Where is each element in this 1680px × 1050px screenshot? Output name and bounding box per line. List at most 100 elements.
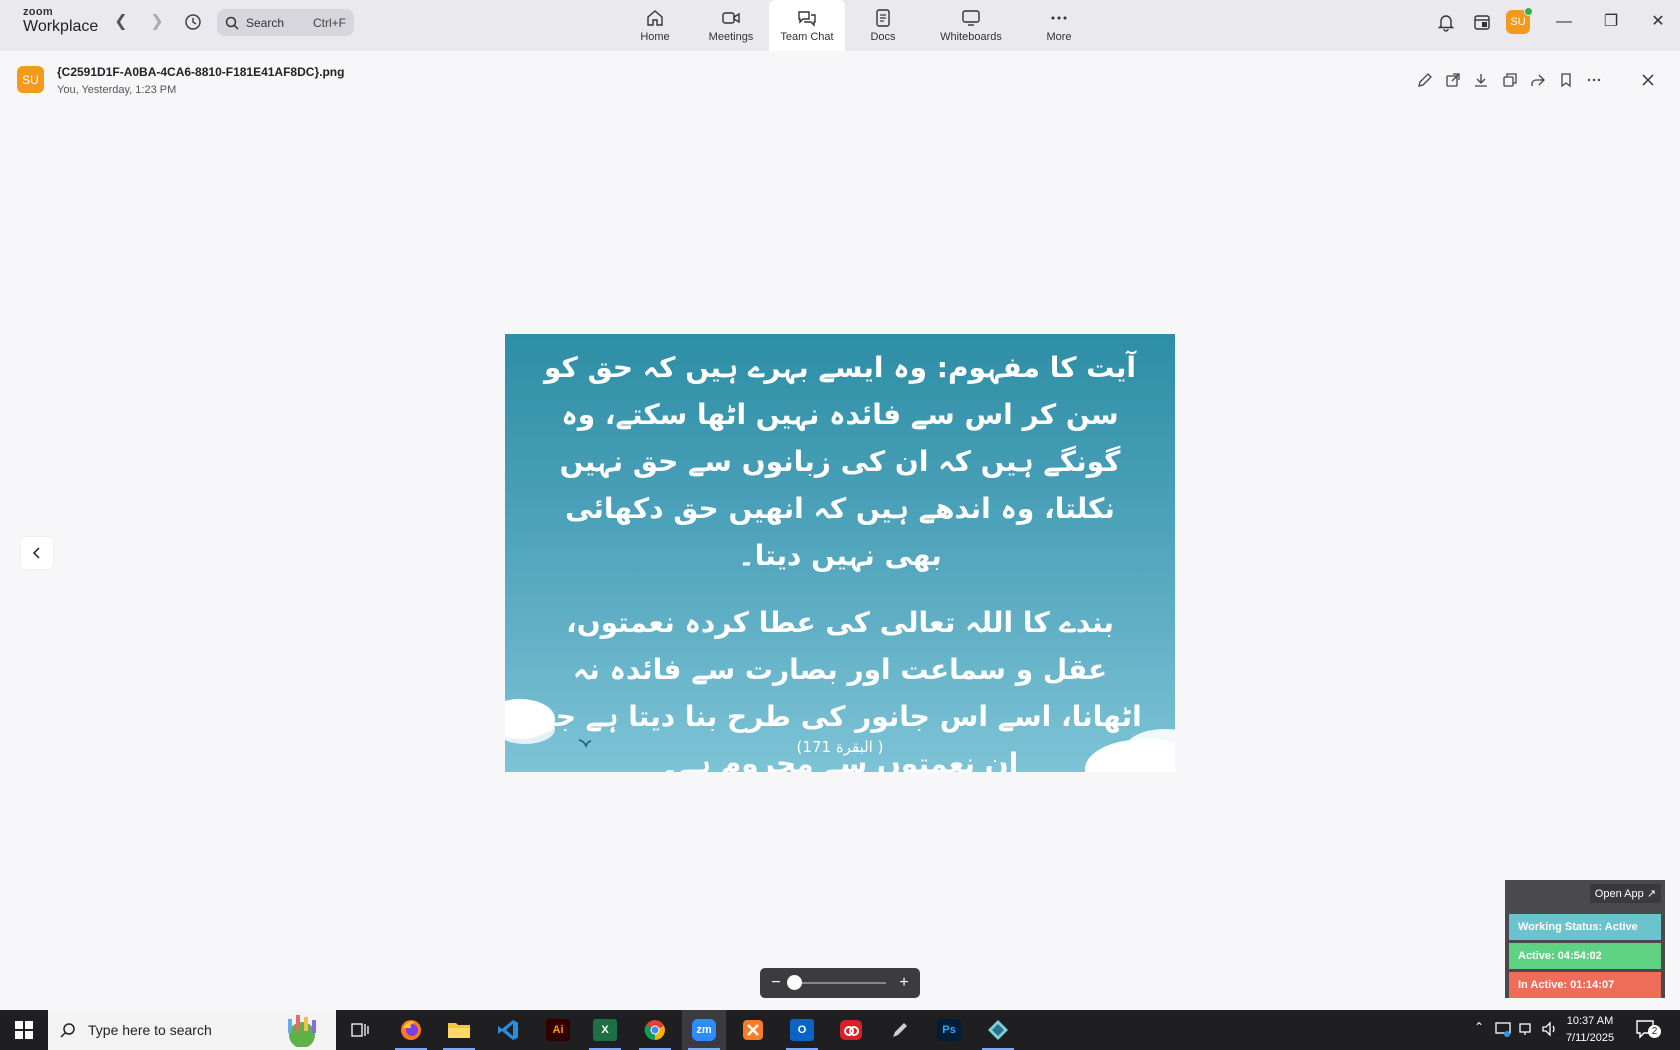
taskbar-pen-tool[interactable] [878, 1010, 922, 1050]
restore-icon[interactable]: ❐ [1599, 10, 1623, 34]
taskbar-creative-cloud[interactable] [829, 1010, 873, 1050]
download-icon[interactable] [1472, 71, 1490, 89]
taskbar-firefox[interactable] [389, 1010, 433, 1050]
bird-icon [578, 739, 592, 748]
bell-icon[interactable] [1436, 12, 1456, 32]
notification-center-button[interactable]: 2 [1635, 1018, 1661, 1042]
taskbar-excel[interactable]: X [583, 1010, 627, 1050]
taskbar-vscode[interactable] [486, 1010, 530, 1050]
back-arrow-icon[interactable]: ❮ [111, 12, 131, 32]
tab-label: Home [640, 31, 670, 43]
search-box[interactable]: Search Ctrl+F [217, 9, 354, 36]
pen-icon [893, 1023, 907, 1037]
title-bar: zoom Workplace ❮ ❯ Search Ctrl+F Home Me… [0, 0, 1680, 51]
illustrator-icon: Ai [546, 1019, 570, 1041]
tab-label: Meetings [708, 31, 754, 43]
open-external-icon[interactable] [1444, 71, 1462, 89]
search-label: Search [246, 15, 285, 30]
image-text-paragraph-1: آیت کا مفہوم: وہ ایسے بہرے ہیں کہ حق کو … [544, 351, 1136, 572]
share-icon[interactable] [1529, 71, 1547, 89]
xampp-icon [743, 1020, 763, 1040]
minimize-icon[interactable]: — [1552, 10, 1576, 34]
zoom-control: − + [760, 968, 920, 998]
edit-icon[interactable] [1416, 71, 1434, 89]
zoom-logo: zoom Workplace [23, 7, 98, 35]
taskbar-clock[interactable]: 10:37 AM 7/11/2025 [1555, 1013, 1625, 1047]
tab-docs[interactable]: Docs [845, 0, 921, 51]
diamond-app-icon [988, 1020, 1008, 1040]
excel-icon: X [593, 1019, 617, 1041]
home-icon [647, 10, 663, 26]
brand-small: zoom [23, 6, 53, 18]
outlook-icon: O [790, 1019, 814, 1041]
tab-more[interactable]: More [1021, 0, 1097, 51]
chat-icon [798, 11, 816, 27]
taskbar-task-view[interactable] [338, 1010, 382, 1050]
more-options-icon[interactable] [1585, 71, 1603, 89]
video-icon [722, 12, 740, 24]
active-time-row: Active: 04:54:02 [1509, 943, 1661, 969]
start-button[interactable] [0, 1010, 48, 1050]
zoom-out-button[interactable]: − [768, 975, 784, 991]
tab-team-chat[interactable]: Team Chat [769, 0, 845, 51]
search-icon [225, 16, 239, 30]
main-tabs: Home Meetings Team Chat Docs Whiteboards… [617, 0, 1097, 51]
history-icon[interactable] [183, 12, 203, 32]
inactive-time-row: In Active: 01:14:07 [1509, 972, 1661, 998]
close-viewer-icon[interactable] [1639, 71, 1657, 89]
previous-image-button[interactable] [21, 537, 53, 569]
more-icon [1051, 16, 1067, 20]
search-shortcut: Ctrl+F [313, 15, 346, 30]
notification-count: 2 [1648, 1025, 1661, 1038]
tab-meetings[interactable]: Meetings [693, 0, 769, 51]
vscode-icon [498, 1020, 518, 1040]
taskbar-photoshop[interactable]: Ps [927, 1010, 971, 1050]
creative-cloud-icon [840, 1020, 862, 1040]
image-reference: ( البقرة 171) [796, 738, 884, 756]
taskbar-app-diamond[interactable] [976, 1010, 1020, 1050]
windows-logo-icon [15, 1021, 33, 1039]
clock-time: 10:37 AM [1566, 1015, 1614, 1027]
taskbar-zoom[interactable]: zm [682, 1010, 726, 1050]
tab-label: Whiteboards [940, 31, 1002, 43]
network-icon[interactable] [1518, 1020, 1536, 1038]
taskbar-chrome[interactable] [633, 1010, 677, 1050]
chrome-icon [644, 1020, 665, 1041]
tab-label: Docs [870, 31, 896, 43]
user-avatar[interactable]: SU [1506, 7, 1533, 34]
taskbar-search[interactable]: Type here to search [48, 1010, 336, 1050]
firefox-icon [401, 1020, 421, 1040]
remote-desktop-icon[interactable] [1494, 1020, 1512, 1038]
taskbar-file-explorer[interactable] [437, 1010, 481, 1050]
tab-whiteboards[interactable]: Whiteboards [921, 0, 1021, 51]
tab-label: Team Chat [780, 31, 834, 43]
tab-label: More [1046, 31, 1072, 43]
search-highlight-image [288, 1015, 316, 1047]
search-icon [60, 1023, 75, 1038]
taskbar-outlook[interactable]: O [780, 1010, 824, 1050]
taskbar-search-placeholder: Type here to search [88, 1022, 212, 1038]
shared-image: آیت کا مفہوم: وہ ایسے بہرے ہیں کہ حق کو … [505, 334, 1175, 772]
forward-arrow-icon[interactable]: ❯ [147, 12, 167, 32]
docs-icon [876, 9, 890, 27]
bookmark-icon[interactable] [1557, 71, 1575, 89]
show-hidden-icons-icon[interactable]: ⌃ [1470, 1020, 1488, 1038]
file-meta: You, Yesterday, 1:23 PM [57, 84, 177, 96]
photoshop-icon: Ps [937, 1019, 961, 1041]
calendar-icon[interactable] [1472, 12, 1492, 32]
zoom-slider-knob[interactable] [787, 975, 802, 990]
zoom-icon: zm [692, 1019, 716, 1041]
chevron-left-icon [32, 547, 40, 559]
zoom-in-button[interactable]: + [896, 975, 912, 991]
close-window-icon[interactable]: ✕ [1646, 10, 1670, 34]
sender-avatar: SU [17, 66, 44, 93]
user-initials: SU [1510, 16, 1526, 28]
open-app-button[interactable]: Open App ↗ [1589, 884, 1661, 903]
file-name: {C2591D1F-A0BA-4CA6-8810-F181E41AF8DC}.p… [57, 65, 345, 79]
taskbar-xampp[interactable] [731, 1010, 775, 1050]
copy-icon[interactable] [1501, 71, 1519, 89]
whiteboard-icon [962, 10, 980, 26]
tab-home[interactable]: Home [617, 0, 693, 51]
taskbar-illustrator[interactable]: Ai [536, 1010, 580, 1050]
zoom-slider[interactable] [787, 975, 886, 990]
